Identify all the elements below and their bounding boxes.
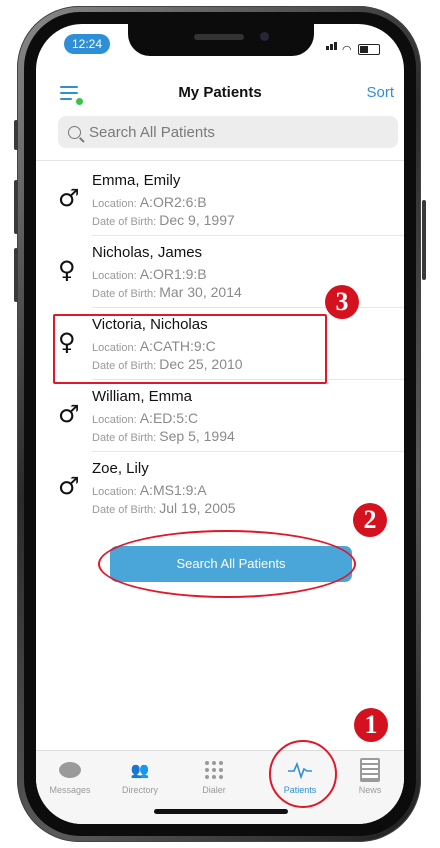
- phone-notch: [128, 24, 314, 56]
- patient-location: Location: A:OR1:9:B: [92, 266, 207, 282]
- patient-location: Location: A:ED:5:C: [92, 410, 199, 426]
- phone-mute-switch: [14, 120, 18, 150]
- page-title: My Patients: [178, 84, 262, 101]
- status-time: 12:24: [64, 34, 110, 54]
- male-icon: ♂: [58, 184, 80, 212]
- patient-name: Emma, Emily: [92, 172, 181, 189]
- patient-dob: Date of Birth: Sep 5, 1994: [92, 428, 235, 444]
- patient-location: Location: A:MS1:9:A: [92, 482, 207, 498]
- highlight-box: [53, 314, 327, 384]
- tab-label: News: [358, 785, 382, 795]
- search-placeholder: Search All Patients: [89, 123, 215, 141]
- patient-row[interactable]: ♂ Emma, Emily Location: A:OR2:6:B Date o…: [36, 164, 404, 236]
- phone-volume-up: [14, 180, 18, 234]
- patient-dob: Date of Birth: Jul 19, 2005: [92, 500, 236, 516]
- wifi-icon: ◠: [342, 44, 352, 56]
- home-indicator: [154, 809, 288, 814]
- patient-name: Zoe, Lily: [92, 460, 149, 477]
- signal-icon: [326, 37, 338, 55]
- tab-news[interactable]: News: [340, 757, 400, 795]
- male-icon: ♂: [58, 400, 80, 428]
- patient-dob: Date of Birth: Mar 30, 2014: [92, 284, 242, 300]
- patient-location: Location: A:OR2:6:B: [92, 194, 207, 210]
- annotation-badge-2: 2: [353, 503, 387, 537]
- male-icon: ♂: [58, 472, 80, 500]
- divider: [36, 160, 404, 161]
- annotation-ellipse: [98, 530, 356, 598]
- female-icon: ♀: [58, 256, 76, 284]
- sort-button[interactable]: Sort: [366, 84, 394, 101]
- tab-directory[interactable]: 👥 Directory: [110, 757, 170, 795]
- patient-name: Nicholas, James: [92, 244, 203, 261]
- phone-volume-down: [14, 248, 18, 302]
- tab-messages[interactable]: Messages: [40, 757, 100, 795]
- status-icons: ◠: [326, 37, 380, 56]
- chat-bubble-icon: [59, 762, 81, 778]
- tab-label: Messages: [49, 785, 91, 795]
- annotation-circle: [269, 740, 337, 808]
- patient-name: William, Emma: [92, 388, 192, 405]
- news-icon: [360, 758, 380, 782]
- search-input[interactable]: Search All Patients: [58, 116, 398, 148]
- patient-row[interactable]: ♂ William, Emma Location: A:ED:5:C Date …: [36, 380, 404, 452]
- tab-dialer[interactable]: Dialer: [184, 757, 244, 795]
- tab-label: Dialer: [202, 785, 226, 795]
- annotation-badge-1: 1: [354, 708, 388, 742]
- app-screen: 12:24 ◠ My Patients Sort Search All Pati…: [36, 24, 404, 824]
- tab-label: Directory: [121, 785, 158, 795]
- phone-power-button: [422, 200, 426, 280]
- people-icon: 👥: [130, 761, 150, 779]
- patient-row[interactable]: ♂ Zoe, Lily Location: A:MS1:9:A Date of …: [36, 452, 404, 524]
- battery-icon: [358, 44, 380, 55]
- keypad-icon: [205, 761, 223, 779]
- annotation-badge-3: 3: [325, 285, 359, 319]
- patient-dob: Date of Birth: Dec 9, 1997: [92, 212, 235, 228]
- search-icon: [68, 125, 81, 139]
